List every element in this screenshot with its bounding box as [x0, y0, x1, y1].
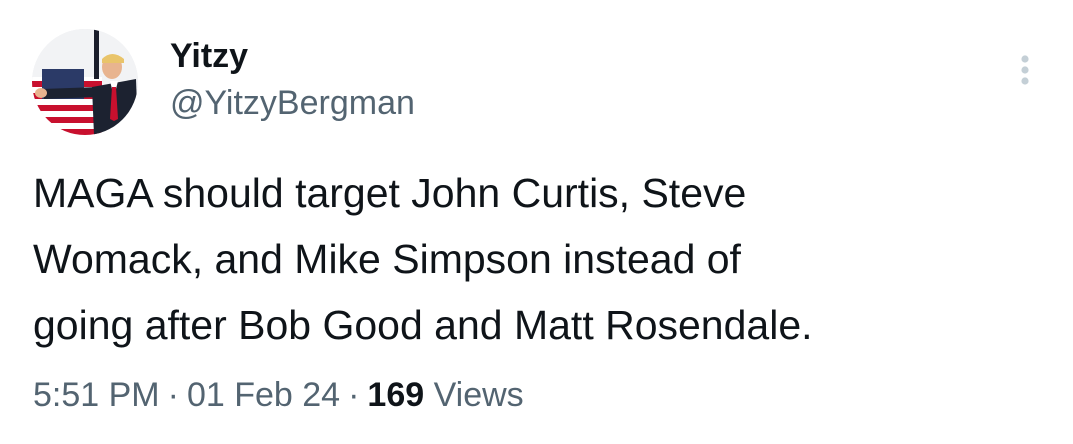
tweet: Yitzy @YitzyBergman MAGA should target J…: [0, 0, 1073, 444]
more-vertical-icon[interactable]: [1010, 52, 1040, 92]
tweet-date[interactable]: 01 Feb 24: [187, 376, 340, 414]
avatar-image: [32, 29, 138, 135]
separator-dot: ·: [348, 376, 360, 414]
views-link[interactable]: 169 Views: [367, 376, 523, 414]
tweet-meta: 5:51 PM · 01 Feb 24 · 169 Views: [33, 373, 524, 417]
tweet-text: MAGA should target John Curtis, Steve Wo…: [33, 170, 813, 348]
avatar[interactable]: [32, 29, 138, 135]
username-handle[interactable]: @YitzyBergman: [170, 83, 415, 123]
views-count: 169: [367, 376, 425, 414]
separator-dot: ·: [167, 376, 179, 414]
tweet-time[interactable]: 5:51 PM: [33, 376, 160, 414]
display-name[interactable]: Yitzy: [170, 36, 248, 76]
views-label: Views: [433, 376, 524, 414]
